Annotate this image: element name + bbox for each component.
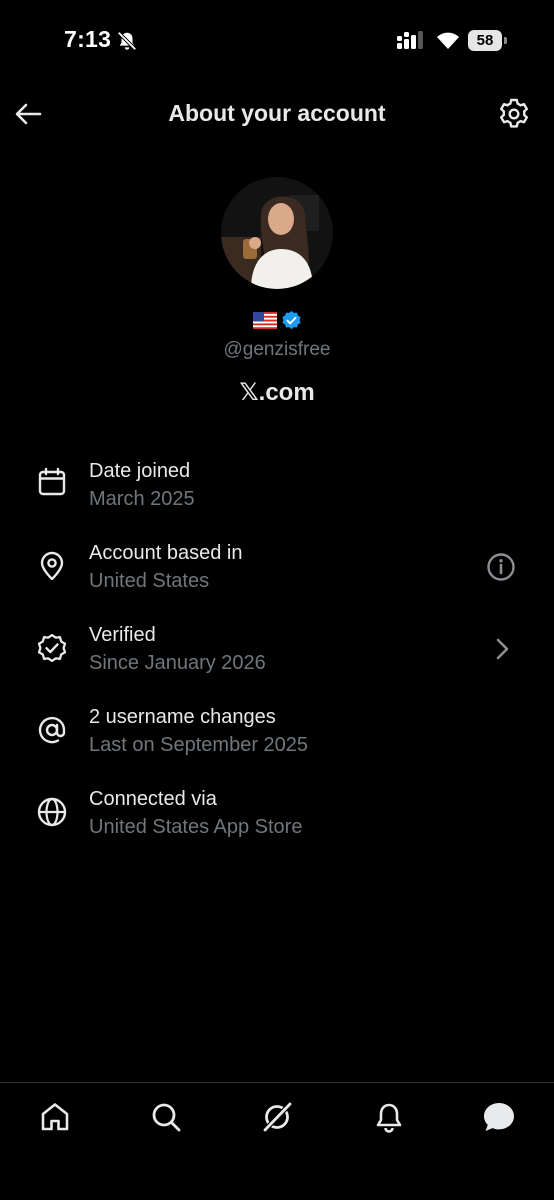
verified-badge-outline-icon	[37, 633, 67, 663]
chevron-right-icon[interactable]	[486, 633, 518, 665]
row-value: Last on September 2025	[89, 734, 309, 756]
info-icon[interactable]	[485, 551, 517, 583]
us-flag-icon	[253, 312, 277, 329]
messages-icon[interactable]	[482, 1100, 516, 1134]
row-value: United States App Store	[89, 816, 303, 838]
row-value: March 2025	[89, 488, 195, 510]
profile-handle: @genzisfree	[223, 339, 331, 360]
status-time: 7:13	[64, 26, 112, 52]
page-title: About your account	[168, 100, 386, 126]
row-label: Account based in	[89, 542, 243, 564]
row-label: Connected via	[89, 788, 217, 810]
avatar[interactable]	[221, 177, 333, 289]
row-label: Date joined	[89, 460, 191, 482]
at-sign-icon	[38, 716, 66, 744]
notifications-icon[interactable]	[372, 1100, 406, 1134]
search-icon[interactable]	[149, 1100, 183, 1134]
battery-icon: 58	[468, 30, 508, 51]
battery-level: 58	[476, 32, 494, 49]
row-label: Verified	[89, 624, 156, 646]
calendar-icon	[38, 467, 66, 496]
verified-badge-icon	[282, 310, 301, 330]
gear-icon[interactable]	[496, 96, 532, 132]
grok-icon[interactable]	[260, 1100, 294, 1134]
profile-site[interactable]: 𝕏.com	[0, 378, 554, 407]
row-label: 2 username changes	[89, 706, 276, 728]
row-value: United States	[89, 570, 210, 592]
location-pin-icon	[40, 551, 64, 581]
bell-off-icon	[117, 31, 137, 51]
bottom-nav-divider	[0, 1082, 554, 1083]
row-value: Since January 2026	[89, 652, 266, 674]
wifi-icon	[437, 32, 459, 49]
signal-icon	[397, 31, 423, 49]
avatar-photo	[221, 177, 333, 289]
home-icon[interactable]	[38, 1100, 72, 1134]
globe-icon	[37, 797, 67, 827]
